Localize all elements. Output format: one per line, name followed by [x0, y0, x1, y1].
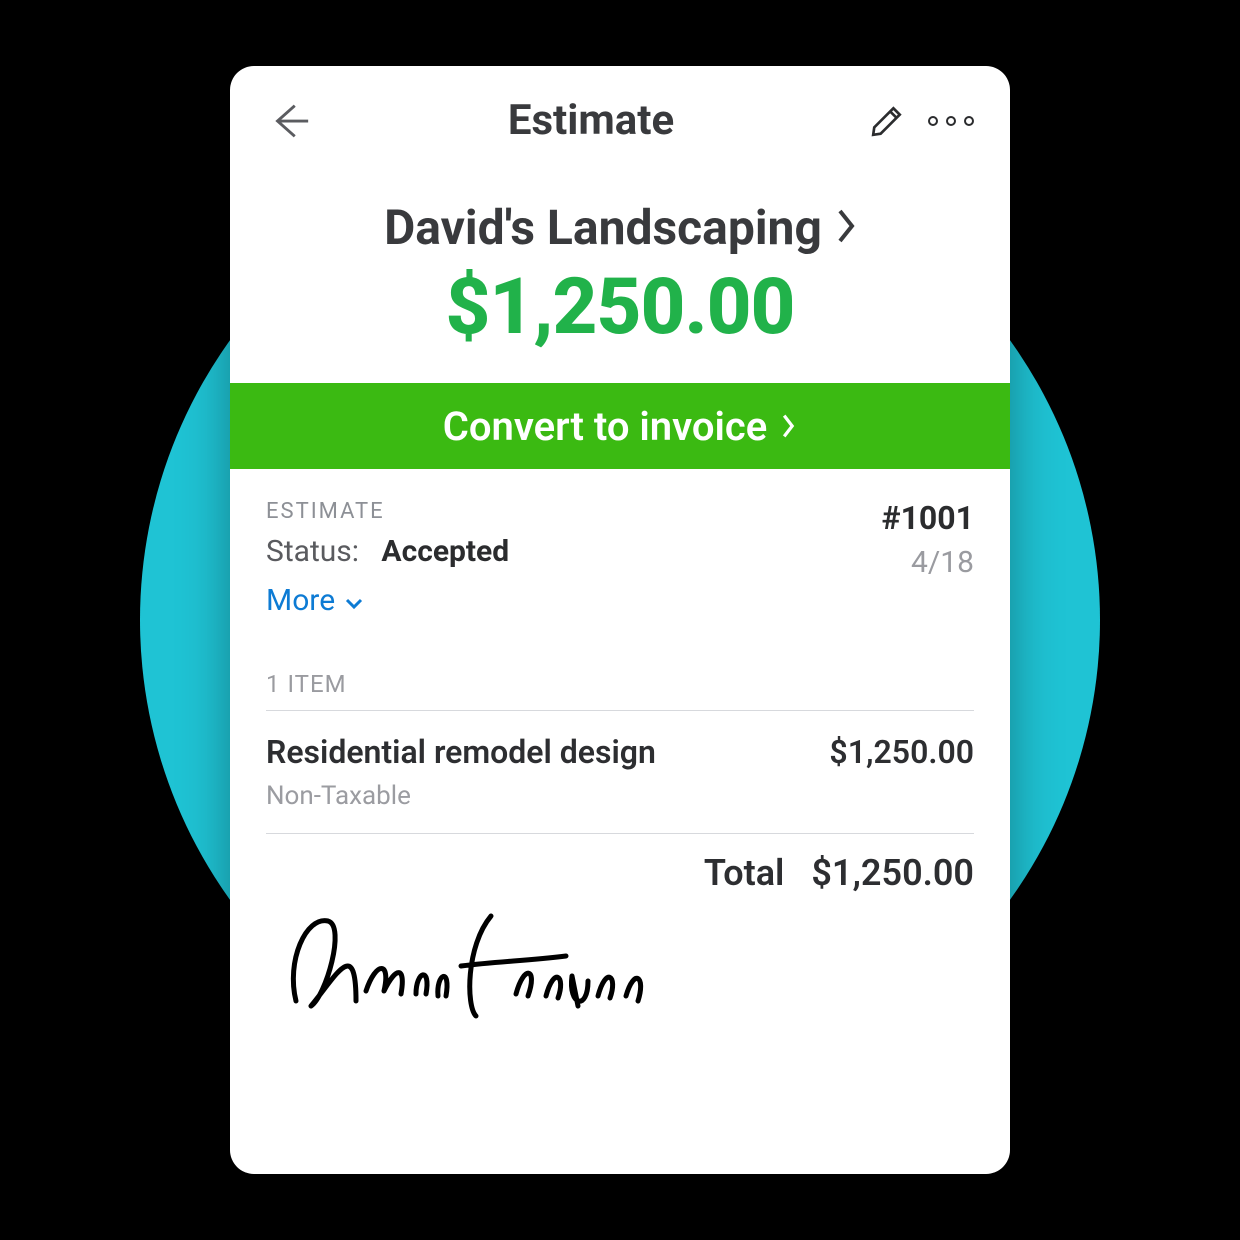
total-value: $1,250.00: [811, 852, 974, 894]
estimate-hero: David's Landscaping $1,250.00: [230, 155, 1010, 383]
chevron-down-icon: [345, 583, 363, 618]
more-link[interactable]: More: [266, 583, 509, 618]
line-item-price: $1,250.00: [829, 733, 974, 771]
estimate-card: Estimate David's Landscaping $1,250.00 C…: [230, 66, 1010, 1174]
page-title: Estimate: [508, 96, 674, 145]
estimate-number: #1001: [882, 499, 974, 537]
navbar: Estimate: [230, 66, 1010, 155]
total-label: Total: [704, 852, 785, 894]
cta-label: Convert to invoice: [443, 403, 768, 450]
convert-to-invoice-button[interactable]: Convert to invoice: [230, 383, 1010, 469]
chevron-right-icon: [836, 209, 856, 247]
meta-section-label: ESTIMATE: [266, 499, 509, 524]
more-options-icon[interactable]: [928, 116, 974, 126]
line-item-tax: Non-Taxable: [230, 775, 1010, 833]
status-label: Status:: [266, 534, 359, 569]
estimate-date: 4/18: [911, 545, 974, 580]
back-arrow-icon[interactable]: [266, 98, 312, 144]
line-item[interactable]: Residential remodel design $1,250.00: [230, 711, 1010, 775]
total-row: Total $1,250.00: [230, 834, 1010, 900]
line-item-name: Residential remodel design: [266, 733, 656, 771]
customer-link[interactable]: David's Landscaping: [384, 199, 856, 256]
status-value: Accepted: [381, 534, 509, 569]
chevron-right-icon: [781, 403, 797, 450]
edit-pencil-icon[interactable]: [870, 104, 904, 138]
more-link-label: More: [266, 583, 335, 618]
estimate-amount: $1,250.00: [254, 262, 986, 353]
estimate-meta: ESTIMATE Status: Accepted More #1001 4/1…: [230, 469, 1010, 636]
signature: [230, 900, 1010, 1050]
status-line: Status: Accepted: [266, 534, 509, 569]
customer-name: David's Landscaping: [384, 199, 822, 256]
items-count-label: 1 ITEM: [230, 636, 1010, 710]
